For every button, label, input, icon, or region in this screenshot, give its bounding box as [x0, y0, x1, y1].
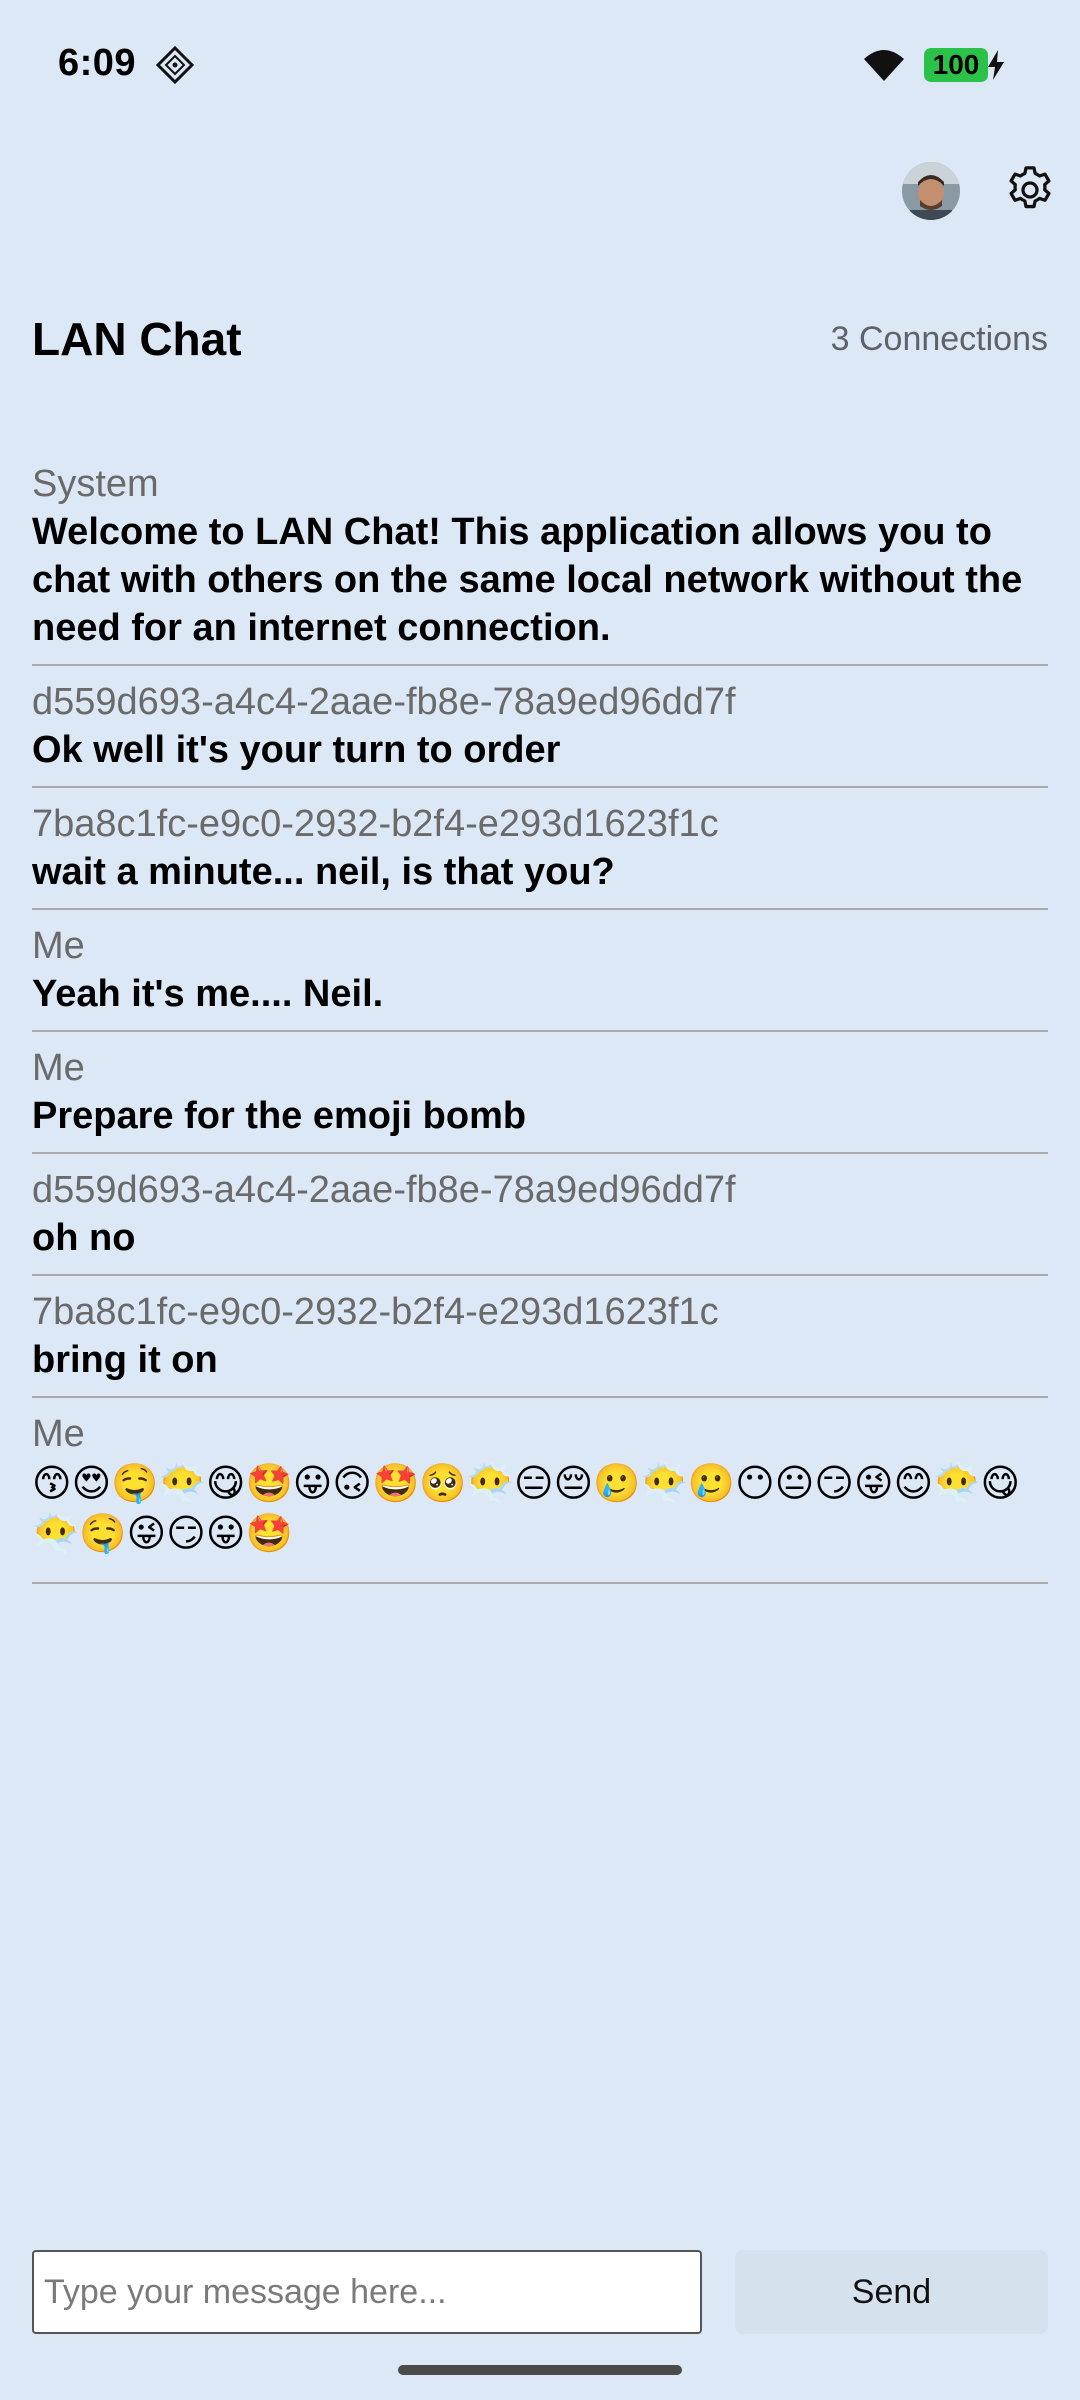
message-item: Me 😙😍🤤😶‍🌫️😋🤩😛🙃🤩🥺😶‍🌫️😑😔🥲😶‍🌫️🥲😶😐😏😜😊😶‍🌫️😋😶‍…: [32, 1410, 1048, 1584]
message-sender: 7ba8c1fc-e9c0-2932-b2f4-e293d1623f1c: [32, 803, 719, 845]
message-item: Me Prepare for the emoji bomb: [32, 1044, 1048, 1154]
message-text: bring it on: [32, 1339, 218, 1381]
home-indicator[interactable]: [398, 2365, 682, 2375]
charging-icon: [988, 50, 1004, 80]
battery-indicator: 100: [924, 48, 988, 82]
message-text: Welcome to LAN Chat! This application al…: [32, 511, 1023, 649]
message-input[interactable]: [32, 2250, 702, 2334]
avatar[interactable]: [902, 162, 960, 220]
message-item: d559d693-a4c4-2aae-fb8e-78a9ed96dd7f oh …: [32, 1166, 1048, 1276]
status-bar: 6:09 100: [0, 0, 1080, 130]
message-item: d559d693-a4c4-2aae-fb8e-78a9ed96dd7f Ok …: [32, 678, 1048, 788]
message-sender: d559d693-a4c4-2aae-fb8e-78a9ed96dd7f: [32, 1169, 736, 1211]
status-time: 6:09: [58, 42, 137, 84]
message-text: Prepare for the emoji bomb: [32, 1095, 527, 1137]
message-text: Yeah it's me.... Neil.: [32, 973, 384, 1015]
message-item: System Welcome to LAN Chat! This applica…: [32, 460, 1048, 666]
message-list: System Welcome to LAN Chat! This applica…: [32, 460, 1048, 1596]
message-item: 7ba8c1fc-e9c0-2932-b2f4-e293d1623f1c bri…: [32, 1288, 1048, 1398]
gear-icon[interactable]: [1002, 162, 1058, 218]
app-status-icon: [155, 45, 195, 85]
page-title: LAN Chat: [32, 313, 242, 365]
message-text: oh no: [32, 1217, 136, 1259]
connection-count: 3 Connections: [830, 320, 1048, 358]
message-sender: d559d693-a4c4-2aae-fb8e-78a9ed96dd7f: [32, 681, 736, 723]
message-sender: Me: [32, 925, 85, 967]
message-sender: Me: [32, 1413, 85, 1455]
message-sender: Me: [32, 1047, 85, 1089]
message-item: Me Yeah it's me.... Neil.: [32, 922, 1048, 1032]
wifi-icon: [864, 50, 904, 81]
message-item: 7ba8c1fc-e9c0-2932-b2f4-e293d1623f1c wai…: [32, 800, 1048, 910]
message-text: 😙😍🤤😶‍🌫️😋🤩😛🙃🤩🥺😶‍🌫️😑😔🥲😶‍🌫️🥲😶😐😏😜😊😶‍🌫️😋😶‍🌫️🤤…: [32, 1461, 1021, 1555]
send-button[interactable]: Send: [735, 2250, 1048, 2334]
message-sender: 7ba8c1fc-e9c0-2932-b2f4-e293d1623f1c: [32, 1291, 719, 1333]
message-text: wait a minute... neil, is that you?: [32, 851, 615, 893]
message-text: Ok well it's your turn to order: [32, 729, 561, 771]
message-sender: System: [32, 463, 159, 505]
avatar-image: [902, 162, 960, 220]
